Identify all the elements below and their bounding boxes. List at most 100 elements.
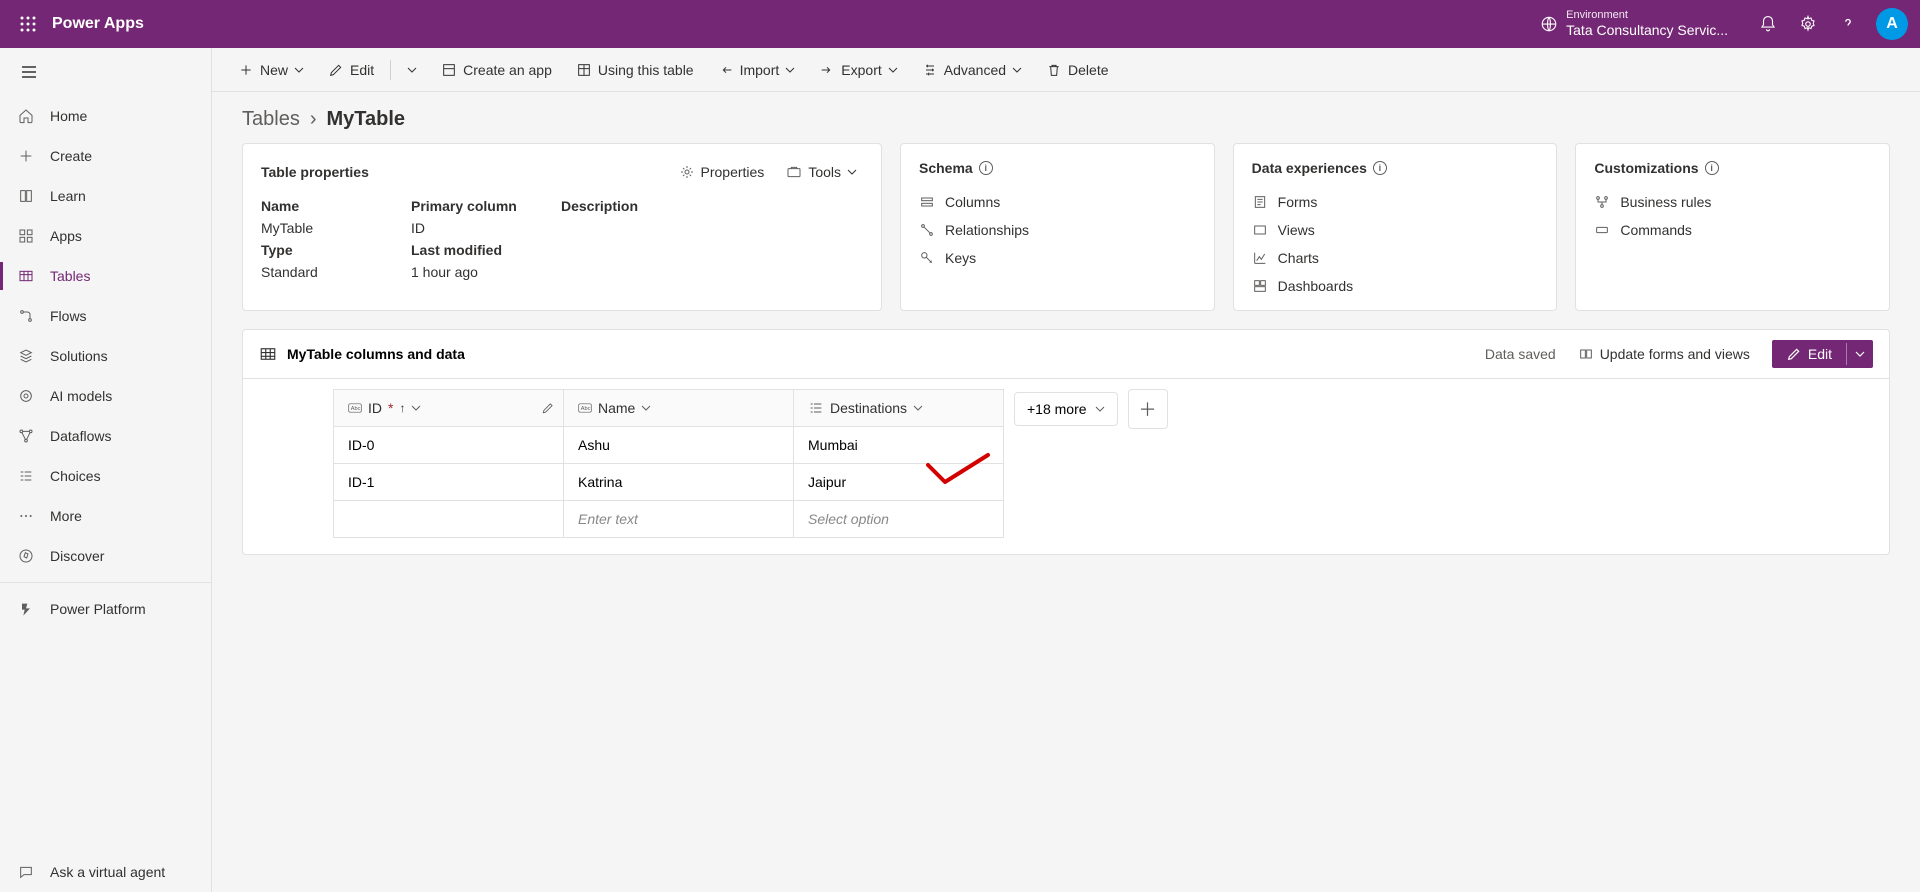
custom-link-business-rules[interactable]: Business rules <box>1594 194 1871 210</box>
schema-link-relationships[interactable]: Relationships <box>919 222 1196 238</box>
cmd-using-table[interactable]: Using this table <box>566 56 704 84</box>
cell-dest[interactable]: Mumbai <box>794 427 1004 464</box>
choice-type-icon <box>808 400 824 416</box>
app-launcher-icon[interactable] <box>12 8 44 40</box>
prop-value-type: Standard <box>261 264 411 280</box>
chevron-down-icon <box>411 403 421 413</box>
column-header-id[interactable]: Abc ID* ↑ <box>334 390 564 427</box>
chevron-down-icon <box>847 167 857 177</box>
sidebar-item-label: AI models <box>50 388 112 404</box>
user-avatar[interactable]: A <box>1876 8 1908 40</box>
chevron-down-icon <box>785 65 795 75</box>
environment-label: Environment <box>1566 9 1728 22</box>
update-forms-button[interactable]: Update forms and views <box>1572 342 1756 366</box>
cell-dest-placeholder[interactable]: Select option <box>794 501 1004 538</box>
dataexp-link-dashboards[interactable]: Dashboards <box>1252 278 1539 294</box>
schema-link-keys[interactable]: Keys <box>919 250 1196 266</box>
more-icon <box>16 506 36 526</box>
sidebar-item-apps[interactable]: Apps <box>0 216 211 256</box>
sidebar-item-label: Learn <box>50 188 86 204</box>
schema-link-columns[interactable]: Columns <box>919 194 1196 210</box>
info-icon[interactable]: i <box>1373 161 1387 175</box>
info-icon[interactable]: i <box>979 161 993 175</box>
cmd-import[interactable]: Import <box>708 56 806 84</box>
edit-column-icon[interactable] <box>541 401 555 415</box>
text-type-icon: Abc <box>348 402 362 414</box>
table-row[interactable]: ID-0 Ashu Mumbai <box>334 427 1004 464</box>
dataexp-link-views[interactable]: Views <box>1252 222 1539 238</box>
cell-id[interactable]: ID-0 <box>334 427 564 464</box>
chevron-down-icon <box>294 65 304 75</box>
sidebar-item-flows[interactable]: Flows <box>0 296 211 336</box>
sidebar-toggle-icon[interactable] <box>0 48 211 96</box>
sidebar-item-create[interactable]: Create <box>0 136 211 176</box>
chevron-down-icon <box>1012 65 1022 75</box>
cell-dest[interactable]: Jaipur <box>794 464 1004 501</box>
custom-link-commands[interactable]: Commands <box>1594 222 1871 238</box>
datagrid-section: MyTable columns and data Data saved Upda… <box>242 329 1890 555</box>
sort-asc-icon: ↑ <box>399 401 405 415</box>
sidebar-item-solutions[interactable]: Solutions <box>0 336 211 376</box>
prop-label-name: Name <box>261 198 411 214</box>
cell-name[interactable]: Katrina <box>564 464 794 501</box>
card-title-label: Table properties <box>261 164 369 180</box>
chat-icon <box>16 862 36 882</box>
properties-button[interactable]: Properties <box>673 160 771 184</box>
schema-card: Schema i Columns Relationships Keys <box>900 143 1215 311</box>
settings-icon[interactable] <box>1788 4 1828 44</box>
cmd-export[interactable]: Export <box>809 56 907 84</box>
sidebar-item-more[interactable]: More <box>0 496 211 536</box>
sidebar-item-power-platform[interactable]: Power Platform <box>0 589 211 629</box>
sidebar-item-label: Solutions <box>50 348 108 364</box>
cmd-new[interactable]: New <box>228 56 314 84</box>
sidebar-item-discover[interactable]: Discover <box>0 536 211 576</box>
cell-name[interactable]: Ashu <box>564 427 794 464</box>
discover-icon <box>16 546 36 566</box>
notifications-icon[interactable] <box>1748 4 1788 44</box>
help-icon[interactable] <box>1828 4 1868 44</box>
table-properties-card: Table properties Properties Tools <box>242 143 882 311</box>
breadcrumb-root[interactable]: Tables <box>242 108 300 131</box>
environment-picker[interactable]: Environment Tata Consultancy Servic... <box>1540 9 1728 39</box>
edit-button[interactable]: Edit <box>1772 340 1846 368</box>
power-platform-icon <box>16 599 36 619</box>
breadcrumb: Tables › MyTable <box>212 92 1920 143</box>
environment-name: Tata Consultancy Servic... <box>1566 22 1728 39</box>
prop-value-modified: 1 hour ago <box>411 264 561 280</box>
dataexp-link-forms[interactable]: Forms <box>1252 194 1539 210</box>
cmd-edit-dropdown[interactable] <box>397 59 427 81</box>
add-column-button[interactable]: ＋ <box>1128 389 1168 429</box>
cmd-edit[interactable]: Edit <box>318 56 384 84</box>
column-header-destinations[interactable]: Destinations <box>794 390 1004 427</box>
cell-id-empty[interactable] <box>334 501 564 538</box>
cmd-delete[interactable]: Delete <box>1036 56 1118 84</box>
sidebar-item-learn[interactable]: Learn <box>0 176 211 216</box>
tools-button[interactable]: Tools <box>780 160 863 184</box>
sidebar-item-label: More <box>50 508 82 524</box>
sidebar-item-ask-agent[interactable]: Ask a virtual agent <box>0 852 211 892</box>
app-title: Power Apps <box>52 15 144 33</box>
cmd-advanced[interactable]: Advanced <box>912 56 1032 84</box>
breadcrumb-separator: › <box>310 108 317 131</box>
more-columns-button[interactable]: +18 more <box>1014 392 1118 426</box>
column-header-name[interactable]: Abc Name <box>564 390 794 427</box>
sidebar: Home Create Learn Apps Tables Flows Solu… <box>0 48 212 892</box>
table-row[interactable]: ID-1 Katrina Jaipur <box>334 464 1004 501</box>
table-new-row[interactable]: Enter text Select option <box>334 501 1004 538</box>
sidebar-item-choices[interactable]: Choices <box>0 456 211 496</box>
cell-id[interactable]: ID-1 <box>334 464 564 501</box>
sidebar-item-home[interactable]: Home <box>0 96 211 136</box>
flow-icon <box>16 306 36 326</box>
info-icon[interactable]: i <box>1705 161 1719 175</box>
sidebar-item-aimodels[interactable]: AI models <box>0 376 211 416</box>
dataexp-link-charts[interactable]: Charts <box>1252 250 1539 266</box>
text-type-icon: Abc <box>578 402 592 414</box>
edit-dropdown[interactable] <box>1846 343 1873 365</box>
datagrid-title-label: MyTable columns and data <box>287 346 465 362</box>
cmd-create-app[interactable]: Create an app <box>431 56 562 84</box>
sidebar-item-dataflows[interactable]: Dataflows <box>0 416 211 456</box>
cell-name-placeholder[interactable]: Enter text <box>564 501 794 538</box>
home-icon <box>16 106 36 126</box>
sidebar-item-tables[interactable]: Tables <box>0 256 211 296</box>
table-icon <box>259 345 277 363</box>
